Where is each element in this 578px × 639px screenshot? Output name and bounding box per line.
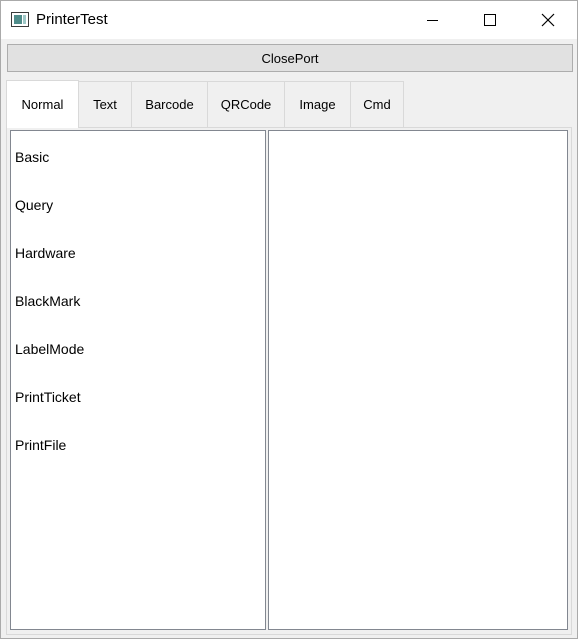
tab-barcode[interactable]: Barcode (131, 81, 208, 127)
function-list[interactable]: Basic Query Hardware BlackMark LabelMode… (10, 130, 266, 630)
tab-normal[interactable]: Normal (6, 80, 79, 128)
minimize-button[interactable] (403, 1, 461, 39)
app-window-icon (11, 12, 29, 27)
list-item-printticket[interactable]: PrintTicket (15, 387, 81, 407)
list-item-labelmode[interactable]: LabelMode (15, 339, 84, 359)
window-title: PrinterTest (36, 11, 108, 28)
minimize-icon (426, 19, 438, 21)
list-item-hardware[interactable]: Hardware (15, 243, 76, 263)
list-item-basic[interactable]: Basic (15, 147, 49, 167)
maximize-button[interactable] (461, 1, 519, 39)
app-window: PrinterTest ClosePort Normal Text Barcod… (0, 0, 578, 639)
list-item-blackmark[interactable]: BlackMark (15, 291, 80, 311)
tab-image[interactable]: Image (284, 81, 351, 127)
list-item-query[interactable]: Query (15, 195, 53, 215)
close-icon (541, 13, 555, 27)
detail-panel[interactable] (268, 130, 568, 630)
tab-cmd[interactable]: Cmd (350, 81, 404, 127)
close-button[interactable] (519, 1, 577, 39)
title-bar[interactable]: PrinterTest (1, 1, 577, 39)
maximize-icon (484, 14, 496, 26)
list-item-printfile[interactable]: PrintFile (15, 435, 66, 455)
tab-qrcode[interactable]: QRCode (207, 81, 285, 127)
close-port-button[interactable]: ClosePort (7, 44, 573, 72)
tab-text[interactable]: Text (78, 81, 132, 127)
